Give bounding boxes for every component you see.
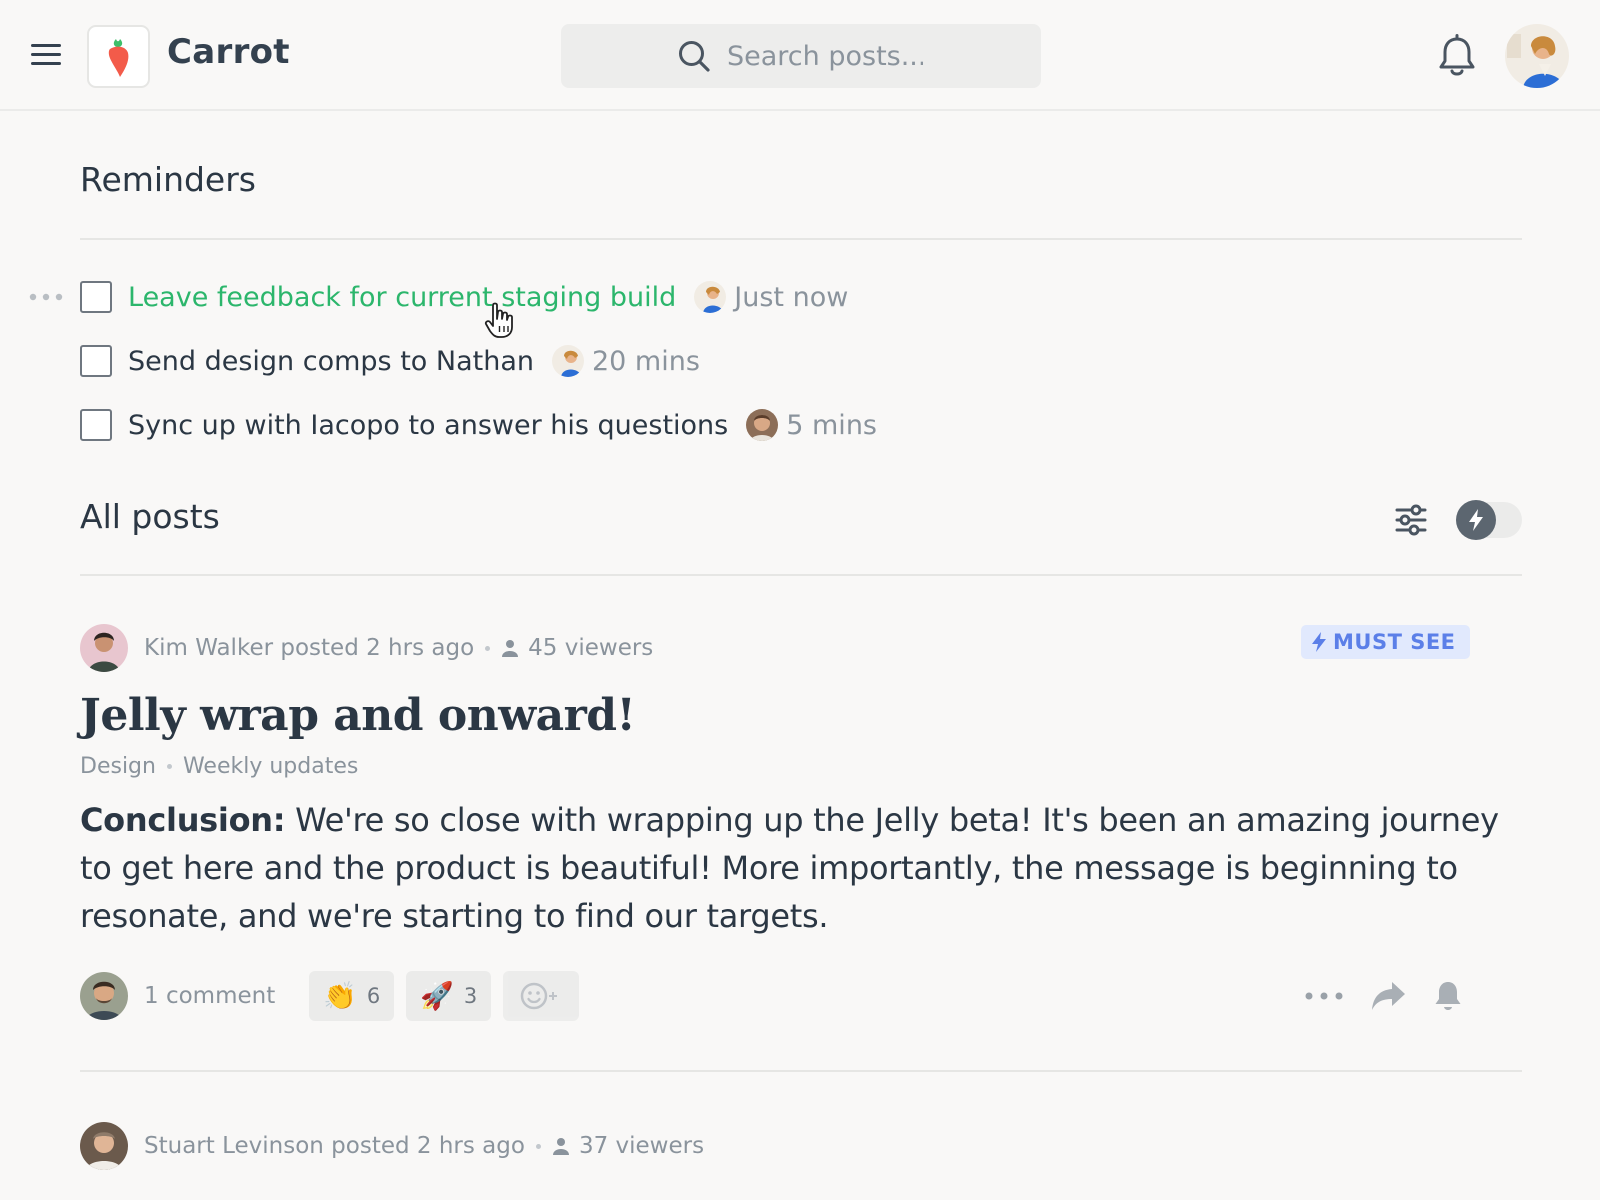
comment-count[interactable]: 1 comment xyxy=(144,983,275,1009)
filter-icon[interactable] xyxy=(1394,503,1428,537)
rocket-emoji: 🚀 xyxy=(420,981,454,1012)
author-name[interactable]: Kim Walker xyxy=(144,635,273,661)
post-footer: 1 comment 👏 6 🚀 3 xyxy=(80,970,1462,1022)
reminder-time: Just now xyxy=(734,281,849,313)
reminder-time: 5 mins xyxy=(786,409,877,441)
reminder-checkbox[interactable] xyxy=(80,409,112,441)
commenter-avatar[interactable] xyxy=(80,972,128,1020)
reaction-rocket[interactable]: 🚀 3 xyxy=(406,971,492,1021)
person-icon xyxy=(502,640,519,657)
divider xyxy=(80,238,1522,240)
reminder-item[interactable]: Send design comps to Nathan 20 mins xyxy=(80,341,700,381)
reminder-text[interactable]: Sync up with Iacopo to answer his questi… xyxy=(128,410,728,441)
carrot-logo-icon[interactable] xyxy=(87,25,150,88)
reminders-heading: Reminders xyxy=(80,160,256,199)
assignee-avatar xyxy=(551,345,584,377)
must-see-toggle[interactable] xyxy=(1456,500,1522,540)
tag-section[interactable]: Design xyxy=(80,754,156,779)
reminder-text[interactable]: Send design comps to Nathan xyxy=(128,346,534,377)
share-icon[interactable] xyxy=(1370,980,1406,1012)
search-icon xyxy=(679,41,710,72)
all-posts-heading: All posts xyxy=(80,497,220,536)
reaction-clap[interactable]: 👏 6 xyxy=(309,971,395,1021)
divider xyxy=(80,574,1522,576)
post-body[interactable]: Conclusion: We're so close with wrapping… xyxy=(80,796,1520,940)
post-meta: Kim Walker posted 2 hrs ago 45 viewers xyxy=(80,624,653,672)
must-see-label: MUST SEE xyxy=(1333,630,1456,654)
divider xyxy=(80,1070,1522,1072)
app-name: Carrot xyxy=(167,32,290,72)
author-avatar[interactable] xyxy=(80,1122,128,1170)
assignee-avatar xyxy=(746,409,779,441)
author-avatar[interactable] xyxy=(80,624,128,672)
add-reaction-button[interactable] xyxy=(503,971,580,1021)
post-time: posted 2 hrs ago xyxy=(331,1133,525,1159)
viewer-count[interactable]: 37 viewers xyxy=(579,1133,704,1159)
post-meta: Stuart Levinson posted 2 hrs ago 37 view… xyxy=(80,1122,704,1170)
reminder-item[interactable]: Leave feedback for current staging build… xyxy=(80,277,848,317)
person-icon xyxy=(552,1138,569,1155)
clap-emoji: 👏 xyxy=(323,981,357,1012)
viewer-count[interactable]: 45 viewers xyxy=(528,635,653,661)
reminder-time: 20 mins xyxy=(591,345,700,377)
lightning-icon xyxy=(1312,632,1326,652)
more-icon[interactable] xyxy=(1304,990,1344,1002)
post-time: posted 2 hrs ago xyxy=(280,635,475,661)
follow-bell-icon[interactable] xyxy=(1434,980,1462,1012)
body-lead: Conclusion: xyxy=(80,801,286,839)
lightning-icon xyxy=(1456,500,1496,540)
bell-icon[interactable] xyxy=(1437,34,1477,78)
reaction-count: 3 xyxy=(463,984,478,1008)
post-tags: Design Weekly updates xyxy=(80,754,358,779)
must-see-badge: MUST SEE xyxy=(1301,625,1470,659)
reminder-item[interactable]: Sync up with Iacopo to answer his questi… xyxy=(80,405,877,445)
drag-handle-icon[interactable] xyxy=(27,290,67,304)
separator-dot xyxy=(485,645,491,651)
reminder-text[interactable]: Leave feedback for current staging build xyxy=(128,282,676,313)
tag-topic[interactable]: Weekly updates xyxy=(183,754,358,779)
user-avatar[interactable] xyxy=(1505,24,1569,88)
reminder-checkbox[interactable] xyxy=(80,281,112,313)
top-bar: Carrot xyxy=(0,0,1600,111)
menu-icon[interactable] xyxy=(31,44,61,66)
body-text: We're so close with wrapping up the Jell… xyxy=(80,801,1499,935)
reminder-checkbox[interactable] xyxy=(80,345,112,377)
add-reaction-icon xyxy=(520,982,558,1010)
reaction-count: 6 xyxy=(366,984,381,1008)
author-name[interactable]: Stuart Levinson xyxy=(144,1133,324,1159)
post-title[interactable]: Jelly wrap and onward! xyxy=(80,690,636,741)
separator-dot xyxy=(166,764,172,769)
search-input[interactable] xyxy=(725,39,925,73)
assignee-avatar xyxy=(694,281,727,313)
search-bar[interactable] xyxy=(561,24,1041,88)
separator-dot xyxy=(535,1143,541,1149)
